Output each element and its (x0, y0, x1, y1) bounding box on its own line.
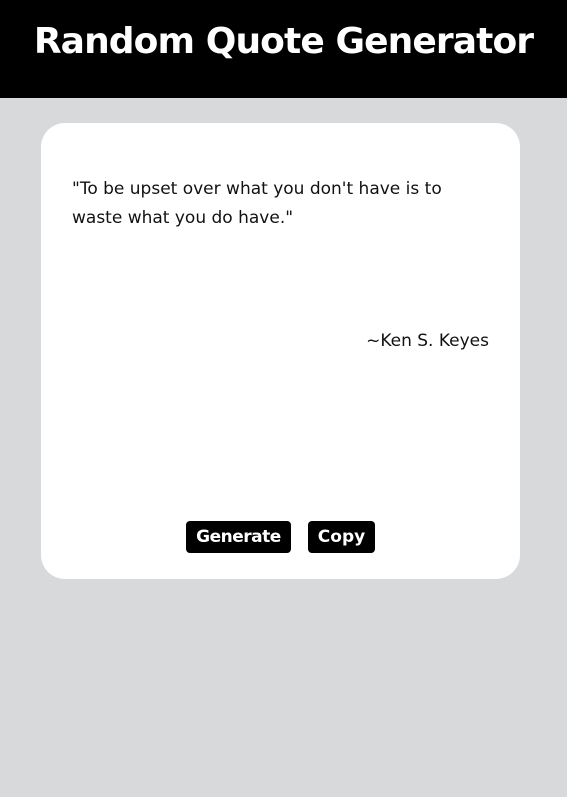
page-title: Random Quote Generator (33, 20, 534, 62)
generate-button[interactable]: Generate (186, 521, 291, 553)
page-header: Random Quote Generator (0, 0, 567, 98)
quote-text: "To be upset over what you don't have is… (72, 179, 442, 228)
quote-author: ~Ken S. Keyes (366, 331, 489, 351)
copy-button[interactable]: Copy (308, 521, 375, 553)
quote-card: "To be upset over what you don't have is… (41, 123, 520, 579)
